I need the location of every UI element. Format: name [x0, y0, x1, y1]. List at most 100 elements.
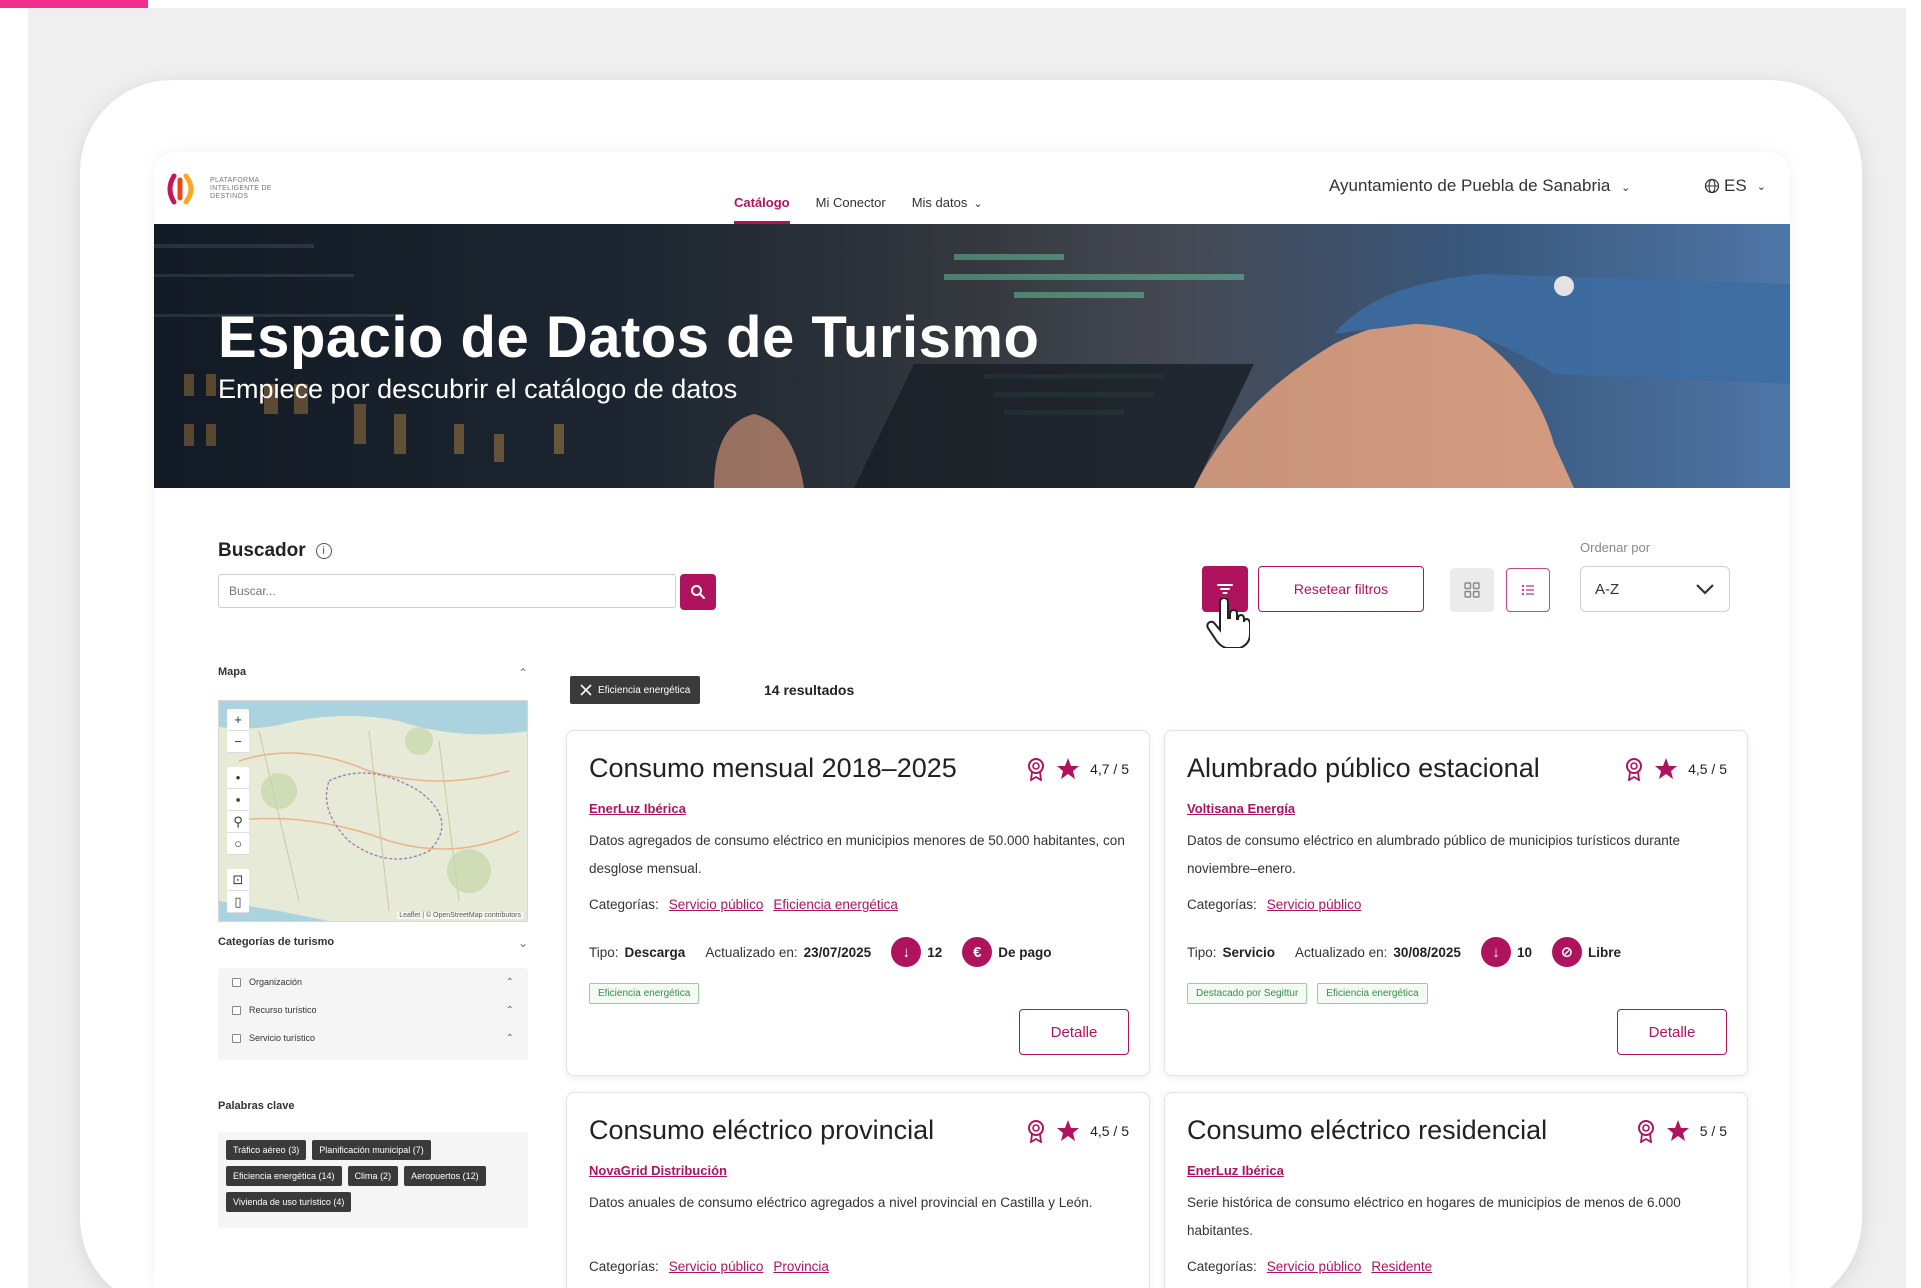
category-link[interactable]: Servicio público — [1267, 897, 1362, 912]
map-tiles — [219, 701, 527, 921]
organization-select[interactable]: Ayuntamiento de Puebla de Sanabria ⌄ — [1329, 176, 1630, 196]
sort-select[interactable]: A-Z — [1580, 566, 1730, 612]
chevron-up-icon[interactable]: ⌃ — [506, 977, 514, 988]
draw-square-button[interactable]: ▪ — [227, 789, 249, 811]
dataset-tag: Eficiencia energética — [589, 983, 700, 1004]
filter-icon — [1217, 584, 1233, 594]
keyword-tag[interactable]: Tráfico aéreo (3) — [226, 1140, 307, 1160]
category-link[interactable]: Servicio público — [1267, 1259, 1362, 1274]
dataset-card[interactable]: Consumo eléctrico provincial 4,5 / 5 Nov… — [566, 1092, 1150, 1288]
detail-button[interactable]: Detalle — [1617, 1009, 1727, 1055]
categories-section-header[interactable]: Categorías de turismo ⌄ — [218, 936, 528, 952]
keyword-tag[interactable]: Eficiencia energética (14) — [226, 1166, 342, 1186]
dataset-card[interactable]: Consumo mensual 2018–2025 4,7 / 5 EnerLu… — [566, 730, 1150, 1076]
results-count: 14 resultados — [764, 682, 855, 698]
dataset-title[interactable]: Consumo mensual 2018–2025 — [589, 753, 957, 784]
hero-subtitle: Empiece por descubrir el catálogo de dat… — [218, 374, 738, 404]
dataset-rating: 4,5 / 5 — [1624, 757, 1727, 781]
category-item[interactable]: Recurso turístico ⌃ — [218, 996, 528, 1024]
dataset-provider-link[interactable]: EnerLuz Ibérica — [1187, 1163, 1284, 1178]
active-filter-chip[interactable]: Eficiencia energética — [570, 676, 701, 704]
category-link[interactable]: Servicio público — [669, 897, 764, 912]
nav-mi-conector[interactable]: Mi Conector — [816, 152, 886, 224]
zoom-in-button[interactable]: + — [227, 709, 249, 731]
language-select[interactable]: ES ⌄ — [1704, 176, 1766, 196]
category-checkbox[interactable] — [232, 1033, 241, 1043]
grid-icon — [1464, 582, 1480, 598]
nav-catalogo[interactable]: Catálogo — [734, 152, 790, 224]
category-link[interactable]: Servicio público — [669, 1259, 764, 1274]
dataset-provider-link[interactable]: NovaGrid Distribución — [589, 1163, 727, 1178]
zoom-out-button[interactable]: − — [227, 731, 249, 753]
hand-cursor-icon — [1206, 598, 1250, 648]
close-icon — [580, 684, 592, 696]
dataset-rating: 5 / 5 — [1636, 1119, 1727, 1143]
map-edit-tools: ⊡ ▯ — [227, 869, 249, 913]
dataset-description: Serie histórica de consumo eléctrico en … — [1187, 1195, 1681, 1238]
map-section-header[interactable]: Mapa ⌃ — [218, 666, 528, 682]
dataset-title[interactable]: Consumo eléctrico residencial — [1187, 1115, 1547, 1146]
chevron-up-icon[interactable]: ⌃ — [506, 1033, 514, 1044]
dataset-provider-link[interactable]: EnerLuz Ibérica — [589, 801, 686, 816]
top-navigation-bar: PLATAFORMA INTELIGENTE DE DESTINOS Catál… — [154, 152, 1790, 224]
category-link[interactable]: Eficiencia energética — [773, 897, 898, 912]
app-screen: PLATAFORMA INTELIGENTE DE DESTINOS Catál… — [154, 152, 1790, 1288]
chevron-down-icon: ⌄ — [517, 936, 528, 950]
map-section-title: Mapa — [218, 666, 247, 678]
map-attribution[interactable]: Leaflet | © OpenStreetMap contributors — [397, 912, 523, 919]
edit-layer-button[interactable]: ⊡ — [227, 869, 249, 891]
draw-pin-button[interactable]: ⚲ — [227, 811, 249, 833]
keywords-section-header: Palabras clave — [218, 1100, 528, 1112]
search-button[interactable] — [680, 574, 716, 610]
hero-banner: Espacio de Datos de Turismo Empiece por … — [154, 224, 1790, 488]
dataset-title[interactable]: Alumbrado público estacional — [1187, 753, 1540, 784]
category-item[interactable]: Servicio turístico ⌃ — [218, 1024, 528, 1052]
dataset-provider-link[interactable]: Voltisana Energía — [1187, 801, 1295, 816]
active-filter-label: Eficiencia energética — [598, 684, 691, 696]
category-item[interactable]: Organización ⌃ — [218, 968, 528, 996]
map-widget[interactable]: + − • ▪ ⚲ ○ ⊡ ▯ Leaflet | © OpenStreetMa… — [218, 700, 528, 922]
categories-label: Categorías: — [1187, 1259, 1257, 1274]
draw-circle-button[interactable]: ○ — [227, 833, 249, 855]
downloads-count: 10 — [1516, 944, 1532, 960]
dataset-title[interactable]: Consumo eléctrico provincial — [589, 1115, 934, 1146]
nav-mis-datos[interactable]: Mis datos ⌄ — [912, 152, 983, 224]
nav-catalogo-label: Catálogo — [734, 195, 790, 210]
dataset-card[interactable]: Alumbrado público estacional 4,5 / 5 Vol… — [1164, 730, 1748, 1076]
dataset-tag: Eficiencia energética — [1317, 983, 1428, 1004]
grid-view-button[interactable] — [1450, 568, 1494, 612]
type-value: Descarga — [624, 944, 686, 960]
dataset-description: Datos de consumo eléctrico en alumbrado … — [1187, 833, 1681, 876]
categories-label: Categorías: — [589, 897, 659, 912]
globe-icon — [1704, 178, 1720, 194]
category-link[interactable]: Residente — [1371, 1259, 1432, 1274]
star-icon — [1666, 1120, 1689, 1141]
price-value: De pago — [998, 944, 1052, 960]
dataset-tag: Destacado por Segittur — [1187, 983, 1308, 1004]
draw-marker-button[interactable]: • — [227, 767, 249, 789]
keyword-tag[interactable]: Aeropuertos (12) — [404, 1166, 486, 1186]
dataset-categories: Categorías: Servicio público Provincia — [589, 1259, 829, 1274]
delete-layer-button[interactable]: ▯ — [227, 891, 249, 913]
platform-logo[interactable]: PLATAFORMA INTELIGENTE DE DESTINOS — [164, 170, 290, 208]
award-badge-icon — [1637, 1120, 1654, 1143]
info-icon[interactable]: i — [315, 543, 332, 559]
downloads-count: 12 — [927, 944, 943, 960]
open-license-icon: ⊘ — [1551, 937, 1582, 967]
list-view-button[interactable] — [1506, 568, 1550, 612]
category-label: Servicio turístico — [249, 1033, 316, 1043]
reset-filters-button[interactable]: Resetear filtros — [1258, 566, 1424, 612]
dataset-card[interactable]: Consumo eléctrico residencial 5 / 5 Ener… — [1164, 1092, 1748, 1288]
category-link[interactable]: Provincia — [773, 1259, 829, 1274]
dataset-categories: Categorías: Servicio público Residente — [1187, 1259, 1432, 1274]
keyword-tag[interactable]: Planificación municipal (7) — [312, 1140, 431, 1160]
category-checkbox[interactable] — [232, 977, 241, 987]
chevron-up-icon[interactable]: ⌃ — [506, 1005, 514, 1016]
search-input[interactable] — [218, 574, 676, 608]
detail-button[interactable]: Detalle — [1019, 1009, 1129, 1055]
keyword-tag[interactable]: Vivienda de uso turístico (4) — [226, 1192, 352, 1212]
rating-value: 4,5 / 5 — [1090, 1123, 1129, 1139]
category-checkbox[interactable] — [232, 1005, 241, 1015]
dataset-description: Datos anuales de consumo eléctrico agreg… — [589, 1195, 1093, 1210]
keyword-tag[interactable]: Clima (2) — [347, 1166, 399, 1186]
